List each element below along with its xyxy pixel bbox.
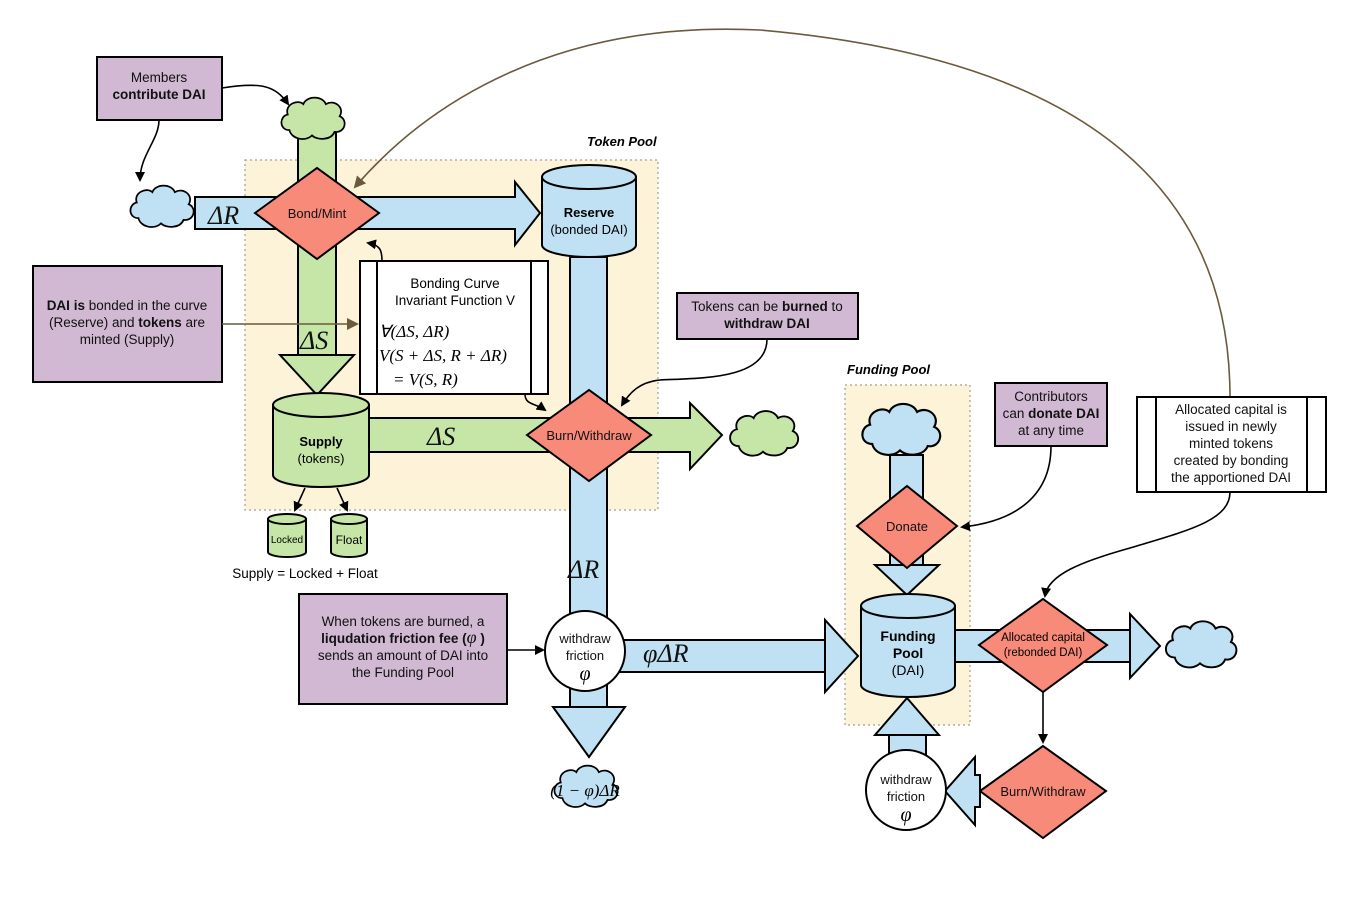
allocated-box-line2: issued in newly xyxy=(1185,419,1277,434)
bonding-curve-diagram: Token Pool Funding Pool ΔR Bond/Mint ΔS … xyxy=(32,28,1327,840)
float-label: Float xyxy=(336,533,363,547)
allocation-arrowhead xyxy=(1129,611,1162,681)
bonded-note-text2b: are xyxy=(182,315,205,330)
allocated-box-line3: minted tokens xyxy=(1189,436,1273,451)
donate-label: Donate xyxy=(886,519,928,534)
allocated-box-line5: the apportioned DAI xyxy=(1171,470,1291,485)
dai-source-cloud xyxy=(129,184,195,229)
supply-subtitle: (tokens) xyxy=(298,451,345,466)
bonding-curve-eq2: V(S + ΔS, R + ΔR) xyxy=(379,346,507,365)
secondary-withdraw-arrow xyxy=(943,754,981,828)
funding-pool-title1: Funding xyxy=(880,628,935,644)
delta-s-down-label: ΔS xyxy=(299,326,328,355)
bonded-note-bold2: tokens xyxy=(138,315,182,330)
friction-note-phi: φ xyxy=(467,627,477,647)
delta-r-down-label: ΔR xyxy=(567,555,599,584)
bonding-curve-title1: Bonding Curve xyxy=(410,276,499,291)
burned-note-line1: Tokens can be burned to xyxy=(691,299,843,314)
bonding-curve-title2: Invariant Function V xyxy=(395,293,515,308)
bonded-note-line2: (Reserve) and tokens are xyxy=(49,315,205,330)
contributors-note-line1: Contributors xyxy=(1014,389,1088,404)
contributors-note-bold: donate DAI xyxy=(1028,406,1099,421)
friction-main-l1: withdraw xyxy=(558,631,611,646)
token-pool-label: Token Pool xyxy=(587,134,657,149)
allocated-label-line1: Allocated capital xyxy=(1001,632,1085,644)
delta-s-burn-label: ΔS xyxy=(426,422,455,451)
friction-2-l2: friction xyxy=(887,789,925,804)
members-note-line2: contribute DAI xyxy=(113,87,206,102)
contributors-to-donate-connector xyxy=(960,445,1052,532)
allocation-sink-cloud xyxy=(1164,620,1238,669)
friction-2-l1: withdraw xyxy=(879,772,932,787)
phi-delta-r-label: φΔR xyxy=(643,639,689,668)
reserve-subtitle: (bonded DAI) xyxy=(550,222,627,237)
members-to-blue-cloud-connector xyxy=(135,119,160,182)
bonded-note-text1: bonded in the curve xyxy=(85,298,207,313)
funding-pool-title2: Pool xyxy=(893,645,923,661)
bond-mint-label: Bond/Mint xyxy=(288,206,347,221)
supply-title: Supply xyxy=(299,434,343,449)
friction-note-bold: liqudation friction fee ( xyxy=(321,631,467,646)
allocated-capital-decision[interactable] xyxy=(977,597,1109,694)
bonded-note-line1: DAI is bonded in the curve xyxy=(47,298,208,313)
bonded-note-line3: minted (Supply) xyxy=(80,332,175,347)
burned-note-text1a: Tokens can be xyxy=(691,299,782,314)
bonding-curve-eq3: = V(S, R) xyxy=(393,370,458,389)
friction-main-l2: friction xyxy=(566,648,604,663)
members-to-green-cloud-connector xyxy=(221,84,290,106)
supply-equation: Supply = Locked + Float xyxy=(232,566,378,581)
token-source-cloud xyxy=(280,96,346,141)
friction-note-close: ) xyxy=(477,631,485,646)
remainder-label: (1 − φ)ΔR xyxy=(550,781,620,800)
token-sink-cloud xyxy=(729,410,800,457)
friction-note-line3: sends an amount of DAI into xyxy=(318,648,488,663)
funding-pool-label: Funding Pool xyxy=(847,362,930,377)
burn-withdraw-2-label: Burn/Withdraw xyxy=(1000,784,1086,799)
bonded-note-text2a: (Reserve) and xyxy=(49,315,138,330)
donation-source-cloud xyxy=(861,402,942,456)
bonded-note-bold1: DAI is xyxy=(47,298,85,313)
allocated-box-line4: created by bonding xyxy=(1174,453,1289,468)
contributors-note-line3: at any time xyxy=(1018,423,1084,438)
burned-note-bold1: burned xyxy=(782,299,828,314)
contributors-note-text2: can xyxy=(1003,406,1029,421)
reserve-outflow-arrowhead xyxy=(551,706,627,759)
burned-note-line2: withdraw DAI xyxy=(723,316,810,331)
allocated-label-line2: (rebonded DAI) xyxy=(1004,647,1083,659)
burn-withdraw-label: Burn/Withdraw xyxy=(546,428,632,443)
burned-note-text1b: to xyxy=(828,299,843,314)
allocated-box-line1: Allocated capital is xyxy=(1175,402,1287,417)
delta-r-in-label: ΔR xyxy=(207,201,239,230)
funding-pool-subtitle: (DAI) xyxy=(892,662,925,678)
members-note-line1: Members xyxy=(131,70,188,85)
locked-label: Locked xyxy=(271,535,303,546)
contributors-note-line2: can donate DAI xyxy=(1003,406,1100,421)
allocated-box-to-decision-connector xyxy=(1041,491,1231,598)
friction-note-line1: When tokens are burned, a xyxy=(322,614,485,629)
friction-note-line4: the Funding Pool xyxy=(352,665,454,680)
friction-2-sym: φ xyxy=(900,804,911,826)
reserve-title: Reserve xyxy=(564,205,615,220)
friction-main-sym: φ xyxy=(579,663,590,685)
bonding-curve-eq1: ∀(ΔS, ΔR) xyxy=(379,322,450,341)
